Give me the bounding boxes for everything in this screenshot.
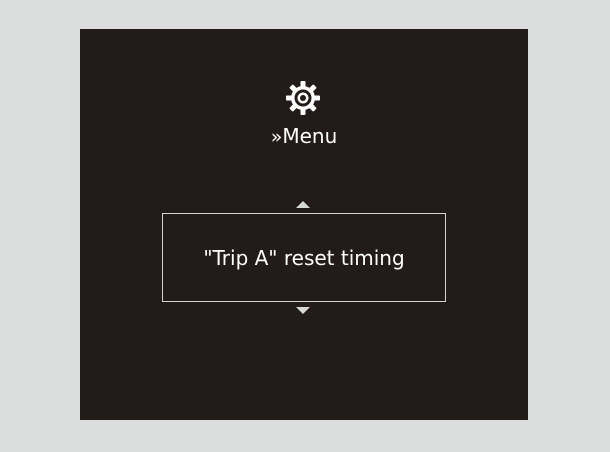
display-screen: » Menu "Trip A" reset timing bbox=[80, 29, 528, 420]
breadcrumb: » Menu bbox=[80, 123, 528, 150]
menu-item-label: "Trip A" reset timing bbox=[203, 245, 405, 270]
triangle-up-icon[interactable] bbox=[296, 201, 310, 208]
gear-icon bbox=[286, 81, 320, 115]
double-chevron-right-icon: » bbox=[270, 126, 282, 148]
triangle-down-icon[interactable] bbox=[296, 307, 310, 314]
menu-item-selected[interactable]: "Trip A" reset timing bbox=[162, 213, 446, 302]
breadcrumb-label: Menu bbox=[282, 124, 338, 148]
